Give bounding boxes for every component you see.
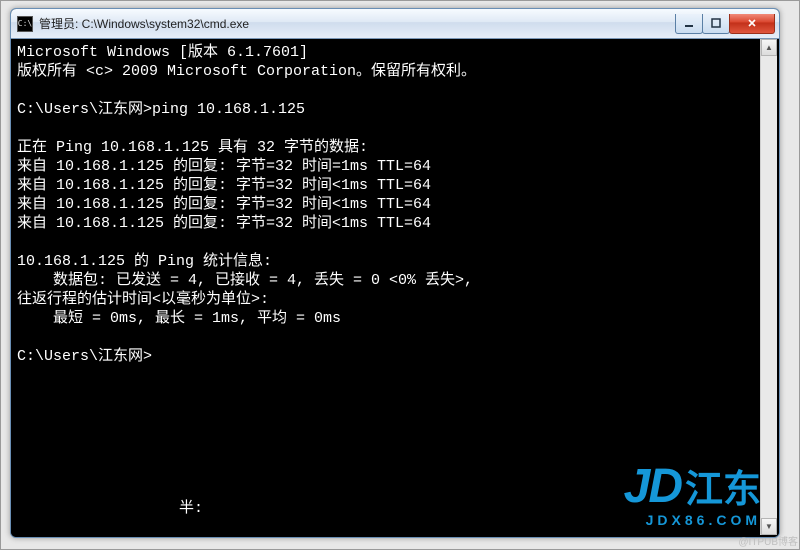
- scroll-track[interactable]: [761, 56, 777, 518]
- scroll-up-arrow[interactable]: ▲: [761, 39, 777, 56]
- titlebar[interactable]: C:\ 管理员: C:\Windows\system32\cmd.exe: [11, 9, 779, 39]
- source-watermark: @ITPUB博客: [738, 533, 798, 548]
- logo-cn: 江东: [685, 469, 761, 511]
- terminal-output: Microsoft Windows [版本 6.1.7601] 版权所有 <c>…: [17, 43, 779, 518]
- minimize-button[interactable]: [675, 14, 703, 34]
- vertical-scrollbar[interactable]: ▲ ▼: [760, 39, 777, 535]
- window-title: 管理员: C:\Windows\system32\cmd.exe: [39, 15, 676, 32]
- app-icon: C:\: [17, 16, 33, 32]
- close-button[interactable]: [729, 14, 775, 34]
- logo-jd: JD: [624, 460, 681, 513]
- window-buttons: [676, 14, 775, 34]
- watermark-logo: JD江东 JDX86.COM: [624, 463, 761, 527]
- cmd-window: C:\ 管理员: C:\Windows\system32\cmd.exe Mic…: [10, 8, 780, 538]
- logo-sub: JDX86.COM: [624, 513, 761, 527]
- terminal-client-area[interactable]: Microsoft Windows [版本 6.1.7601] 版权所有 <c>…: [11, 39, 779, 537]
- maximize-button[interactable]: [702, 14, 730, 34]
